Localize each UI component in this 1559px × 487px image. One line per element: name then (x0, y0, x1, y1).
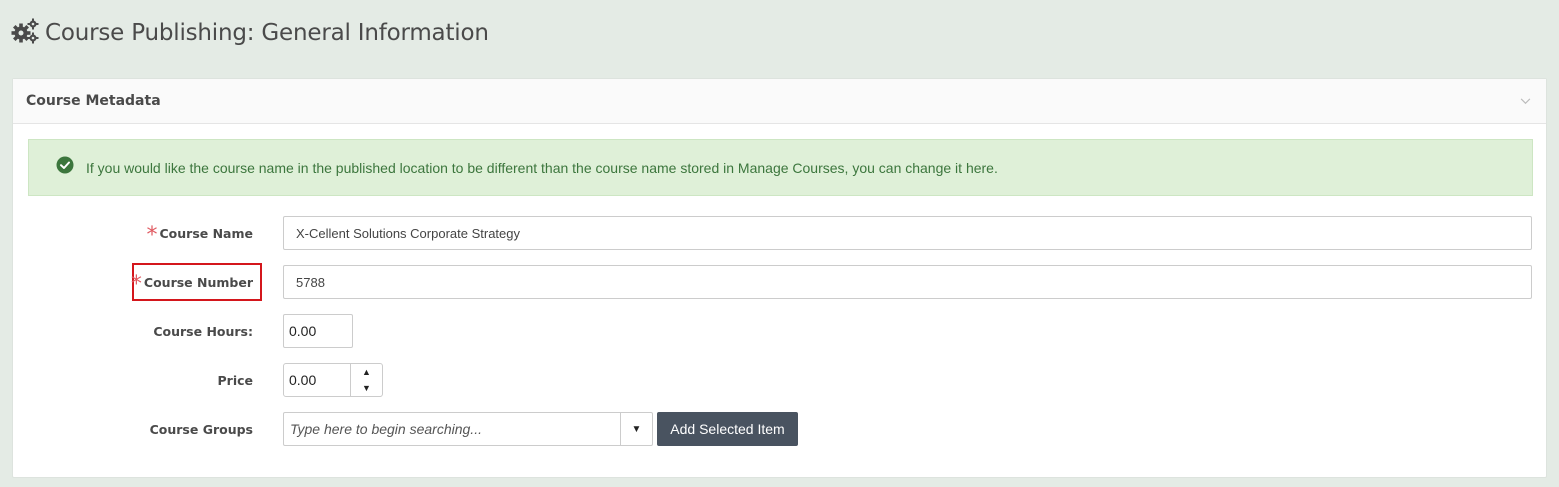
course-name-input[interactable]: X-Cellent Solutions Corporate Strategy (283, 216, 1532, 250)
price-label: Price (217, 372, 254, 388)
page-title: Course Publishing: General Information (45, 20, 489, 46)
info-alert: If you would like the course name in the… (28, 139, 1533, 196)
price-stepper: 0.00 ▲ ▼ (283, 363, 383, 397)
course-number-label: * Course Number (130, 272, 253, 297)
required-mark: * (130, 272, 142, 297)
chevron-down-icon[interactable]: ▼ (620, 413, 652, 445)
add-selected-item-button[interactable]: Add Selected Item (657, 412, 798, 446)
panel-title: Course Metadata (26, 93, 161, 109)
decrement-icon[interactable]: ▼ (351, 380, 382, 396)
page-header: Course Publishing: General Information (11, 16, 489, 50)
price-stepper-arrows: ▲ ▼ (350, 364, 382, 396)
course-hours-label: Course Hours: (153, 323, 253, 339)
panel-heading[interactable]: Course Metadata (13, 79, 1546, 124)
price-input[interactable]: 0.00 (284, 364, 350, 396)
course-metadata-panel: Course Metadata If you would like the co… (12, 78, 1547, 478)
gears-icon (11, 18, 39, 49)
check-circle-icon (56, 156, 74, 179)
course-number-input[interactable]: 5788 (283, 265, 1532, 299)
required-mark: * (146, 223, 158, 248)
course-name-label: * Course Name (146, 223, 254, 248)
course-hours-input[interactable]: 0.00 (283, 314, 353, 348)
course-groups-combobox: ▼ (283, 412, 653, 446)
chevron-down-icon[interactable] (1518, 94, 1532, 108)
alert-text: If you would like the course name in the… (86, 159, 998, 176)
course-groups-search-input[interactable] (284, 413, 620, 445)
increment-icon[interactable]: ▲ (351, 364, 382, 380)
course-groups-label: Course Groups (149, 421, 253, 437)
